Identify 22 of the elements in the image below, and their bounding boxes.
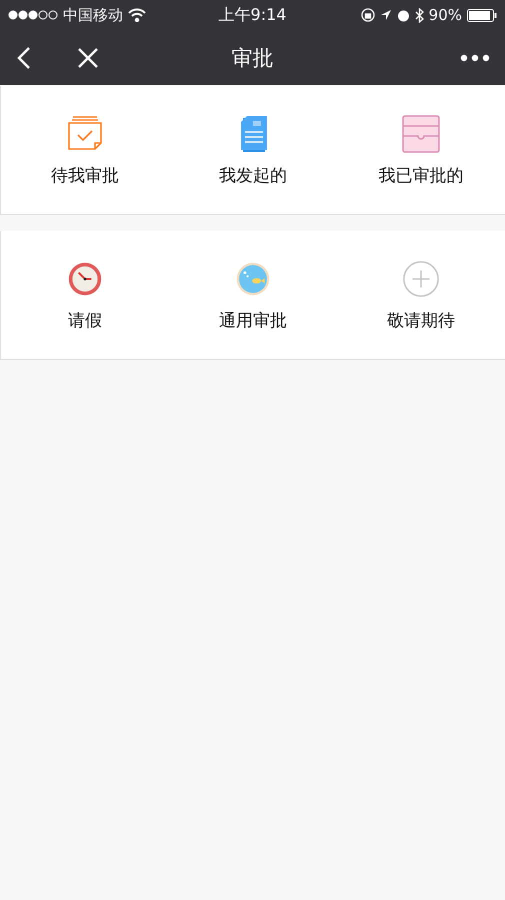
carrier-name: 中国移动	[63, 6, 123, 24]
plus-icon	[402, 258, 440, 298]
signal-icon	[8, 10, 58, 20]
alarm-icon	[396, 8, 410, 22]
status-time: 上午9:14	[218, 4, 286, 26]
lock-rotation-icon	[360, 8, 375, 22]
menu-item[interactable]: 待我审批	[1, 86, 169, 214]
menu-item[interactable]: 我发起的	[169, 86, 337, 214]
page-title: 审批	[232, 44, 274, 72]
menu-item[interactable]: 通用审批	[169, 231, 337, 359]
battery-percent: 90%	[428, 6, 462, 24]
back-icon	[17, 46, 31, 70]
menu-item[interactable]: 敬请期待	[337, 231, 505, 359]
menu-item[interactable]: 请假	[1, 231, 169, 359]
menu-item[interactable]: 我已审批的	[337, 86, 505, 214]
drawer-icon	[401, 114, 441, 154]
wifi-icon	[128, 8, 146, 22]
close-icon	[77, 46, 99, 68]
more-icon	[460, 54, 490, 62]
location-icon	[380, 9, 392, 21]
battery-icon	[467, 8, 497, 22]
bluetooth-icon	[414, 8, 424, 22]
